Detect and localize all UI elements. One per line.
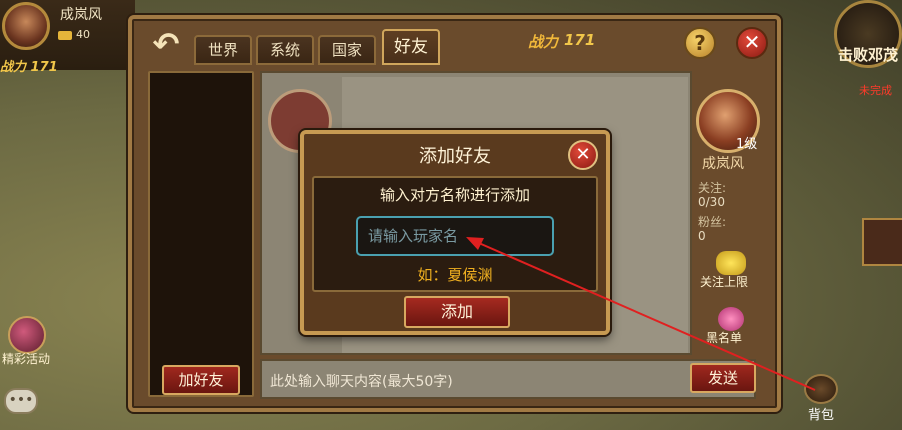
chat-bubble-icon[interactable]: •••: [4, 388, 38, 414]
dialog-add-button[interactable]: 添加: [404, 296, 510, 328]
blacklist-label[interactable]: 黑名单: [706, 329, 742, 346]
bag-icon: [804, 374, 838, 404]
player-name-input[interactable]: [356, 216, 554, 256]
quest-status: 未完成: [859, 84, 892, 97]
follow-label: 关注:: [698, 181, 727, 195]
bag-button[interactable]: 背包: [800, 374, 842, 430]
dialog-prompt: 输入对方名称进行添加: [379, 186, 530, 204]
friend-list[interactable]: [148, 71, 254, 397]
gold-icon: [58, 30, 72, 40]
power-value: 171: [564, 31, 596, 49]
back-arrow-icon[interactable]: ↶: [146, 25, 186, 63]
follow-limit-label[interactable]: 关注上限: [700, 273, 748, 290]
add-friend-dialog: 添加好友 ✕ 输入对方名称进行添加 如：夏侯渊 添加: [300, 130, 610, 335]
tab-system[interactable]: 系统: [256, 35, 314, 65]
side-menu-icon[interactable]: [862, 218, 902, 266]
send-button[interactable]: 发送: [690, 363, 756, 393]
profile-sidebar: 1级 成岚风 关注: 0/30 粉丝: 0 关注上限 黑名单: [692, 71, 772, 357]
gold-value: 40: [76, 28, 90, 41]
tab-friends[interactable]: 好友: [382, 29, 440, 65]
dialog-title: 添加好友: [419, 146, 491, 167]
fans-label: 粉丝:: [698, 215, 727, 229]
tab-nation[interactable]: 国家: [318, 35, 376, 65]
bag-label: 背包: [807, 408, 834, 423]
dialog-body: 输入对方名称进行添加 如：夏侯渊: [312, 176, 598, 292]
hud-power-value: 171: [30, 60, 58, 75]
quest-tracker[interactable]: 击败邓茂 未完成: [822, 0, 902, 110]
profile-name: 成岚风: [702, 156, 744, 172]
dialog-close-icon[interactable]: ✕: [568, 140, 598, 170]
chat-input[interactable]: 此处输入聊天内容(最大50字): [260, 359, 756, 399]
hud-power-prefix: 战力: [0, 60, 27, 75]
power-label: 战力: [528, 33, 559, 51]
player-hud: 成岚风 40 战力 171: [0, 0, 135, 75]
player-name: 成岚风: [60, 7, 102, 23]
event-button[interactable]: 精彩活动: [0, 316, 60, 372]
event-icon: [8, 316, 46, 354]
follow-limit-icon[interactable]: [716, 251, 746, 275]
hud-power: 战力 171: [0, 56, 58, 75]
player-avatar[interactable]: [2, 2, 50, 50]
event-label: 精彩活动: [2, 352, 51, 366]
add-friend-button[interactable]: 加好友: [162, 365, 240, 395]
dialog-hint: 如：夏侯渊: [417, 266, 493, 284]
help-icon[interactable]: ?: [684, 27, 716, 59]
close-icon[interactable]: ✕: [736, 27, 768, 59]
quest-title: 击败邓茂: [837, 46, 898, 64]
profile-level: 1级: [736, 137, 758, 152]
chat-input-placeholder: 此处输入聊天内容(最大50字): [270, 374, 453, 390]
tab-world[interactable]: 世界: [194, 35, 252, 65]
fans-value: 0: [698, 229, 706, 243]
gold-display: 40: [58, 28, 90, 41]
follow-value: 0/30: [698, 195, 725, 209]
blacklist-icon[interactable]: [718, 307, 744, 331]
